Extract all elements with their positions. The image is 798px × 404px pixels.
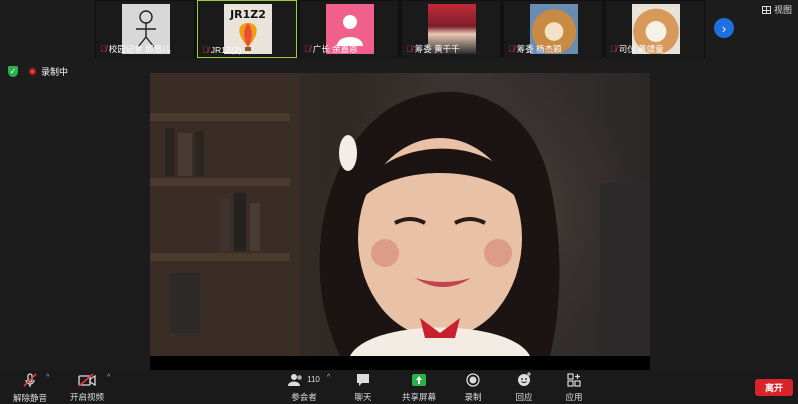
participant-tile[interactable]: 🎙̸ 筹委 黄千千 [401, 0, 501, 58]
share-screen-icon [411, 372, 427, 387]
mic-muted-icon: 🎙̸ [406, 44, 413, 54]
apps-button[interactable]: 应用 [559, 370, 589, 403]
recording-indicator[interactable]: 录制中 [28, 65, 68, 78]
mic-muted-icon: 🎙̸ [610, 44, 617, 54]
video-off-icon [78, 372, 96, 387]
participant-name: 🎙̸ JR1Z(2) [202, 45, 292, 55]
leave-meeting-button[interactable]: 离开 [755, 379, 793, 396]
participant-strip: 🎙̸ 校园记者 邱悠儿 JR1Z2 🎙̸ JR1Z(2) 🎙̸ 广长 余嘉恩 🎙… [95, 0, 705, 58]
participants-options-caret-icon[interactable]: ^ [327, 374, 330, 381]
chat-icon [356, 372, 370, 387]
mic-muted-icon: 🎙̸ [202, 45, 209, 55]
record-dot-icon [28, 67, 37, 76]
active-speaker-video [150, 73, 650, 356]
emoji-plus-icon [517, 372, 532, 387]
next-page-button[interactable]: › [714, 18, 734, 38]
participant-name-text: 筹委 黄千千 [414, 44, 460, 54]
encryption-shield-icon[interactable]: ✓ [8, 66, 18, 77]
apps-label: 应用 [565, 392, 583, 402]
chat-label: 聊天 [354, 392, 372, 402]
participant-name: 🎙̸ 筹委 杨杰颖 [508, 43, 598, 55]
participants-label: 参会者 [291, 392, 317, 402]
mic-muted-icon [22, 372, 38, 388]
participant-name: 🎙̸ 广长 余嘉恩 [304, 43, 394, 55]
chevron-right-icon: › [721, 20, 727, 36]
mic-muted-icon: 🎙̸ [508, 44, 515, 54]
apps-icon [567, 372, 581, 387]
logo-text: JR1Z2 [230, 7, 266, 21]
participant-name-text: 广长 余嘉恩 [312, 44, 358, 54]
video-letterbox [150, 356, 650, 370]
mic-muted-icon: 🎙̸ [304, 44, 311, 54]
reactions-label: 回应 [515, 392, 533, 402]
participant-tile[interactable]: JR1Z2 🎙̸ JR1Z(2) [197, 0, 297, 58]
record-label: 录制 [464, 392, 482, 402]
participant-name-text: 筹委 杨杰颖 [516, 44, 562, 54]
participant-name: 🎙̸ 司仪 黄靖童 [610, 43, 700, 55]
meeting-toolbar: 解除静音 ^ 开启视频 ^ 110 参会者 ^ 聊天 共享屏幕 录制 回应 应用 [0, 370, 798, 403]
start-video-button[interactable]: 开启视频 [66, 370, 108, 403]
participant-count: 110 [307, 375, 320, 384]
participant-tile[interactable]: 🎙̸ 广长 余嘉恩 [299, 0, 399, 58]
chat-button[interactable]: 聊天 [348, 370, 378, 403]
participant-name-text: 校园记者 邱悠儿 [108, 44, 171, 54]
grid-view-icon [761, 5, 771, 14]
participant-tile[interactable]: 🎙̸ 司仪 黄靖童 [605, 0, 705, 58]
participant-name-text: JR1Z(2) [210, 45, 242, 55]
participant-tile[interactable]: 🎙̸ 校园记者 邱悠儿 [95, 0, 195, 58]
view-button[interactable]: 视图 [761, 3, 792, 16]
participant-tile[interactable]: 🎙̸ 筹委 杨杰颖 [503, 0, 603, 58]
participant-name-text: 司仪 黄靖童 [618, 44, 664, 54]
record-button[interactable]: 录制 [458, 370, 488, 403]
leave-label: 离开 [764, 383, 783, 393]
view-label: 视图 [773, 5, 792, 15]
share-screen-button[interactable]: 共享屏幕 [400, 370, 438, 403]
recording-label: 录制中 [41, 67, 69, 77]
participants-button[interactable]: 110 参会者 [284, 370, 324, 403]
video-options-caret-icon[interactable]: ^ [107, 374, 110, 381]
speaker-video-frame [150, 73, 650, 356]
participants-icon: 110 [288, 372, 320, 387]
unmute-label: 解除静音 [12, 393, 47, 403]
person-icon [337, 15, 363, 46]
share-screen-label: 共享屏幕 [401, 392, 436, 402]
participant-name: 🎙̸ 校园记者 邱悠儿 [100, 43, 190, 55]
start-video-label: 开启视频 [69, 392, 104, 402]
reactions-button[interactable]: 回应 [509, 370, 539, 403]
record-icon [466, 372, 480, 387]
audio-options-caret-icon[interactable]: ^ [46, 374, 49, 381]
mic-muted-icon: 🎙̸ [100, 44, 107, 54]
participant-name: 🎙̸ 筹委 黄千千 [406, 43, 496, 55]
unmute-button[interactable]: 解除静音 [10, 370, 50, 403]
